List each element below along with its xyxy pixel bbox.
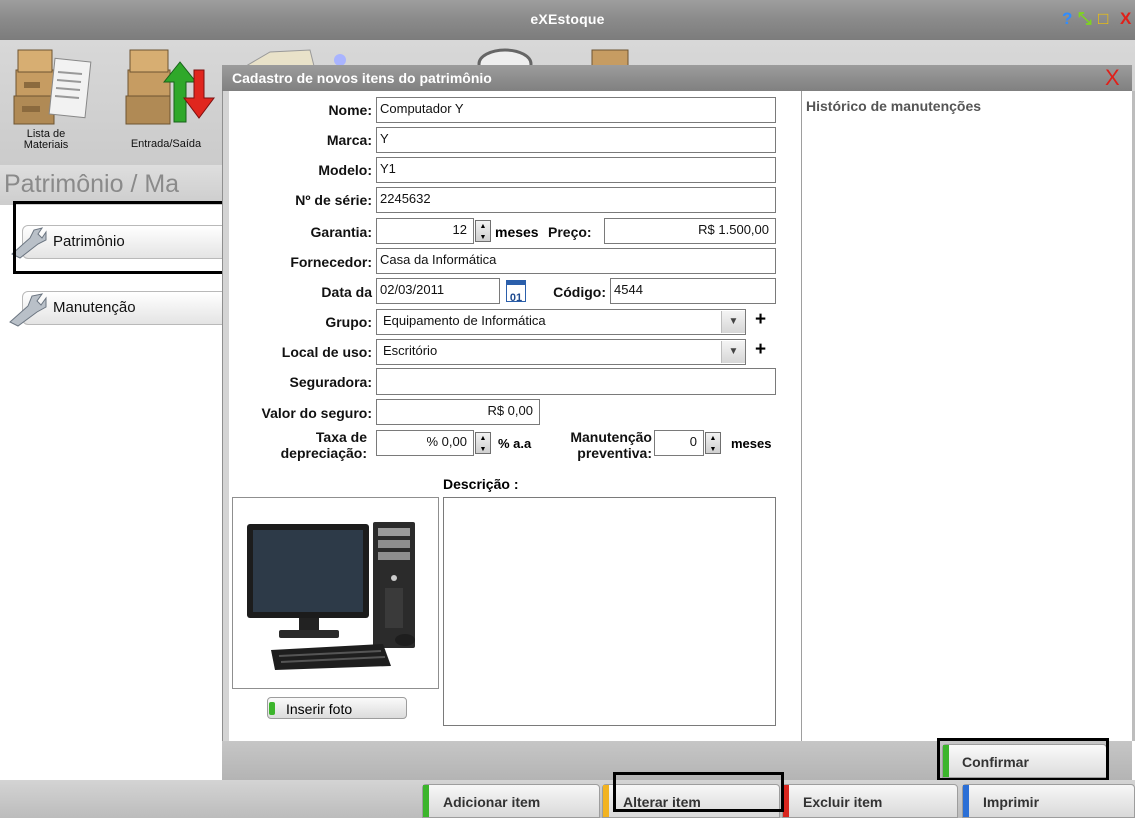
highlight-box-confirmar	[937, 738, 1109, 781]
serie-field[interactable]: 2245632	[376, 187, 776, 213]
nome-label: Nome:	[328, 102, 372, 118]
taxa-stepper[interactable]: ▲ ▼	[475, 432, 491, 454]
toolbar-label-entrada-saida: Entrada/Saída	[130, 138, 202, 150]
taxa-unit: % a.a	[498, 436, 532, 451]
print-button[interactable]: Imprimir	[962, 784, 1135, 818]
window-close-icon[interactable]: X	[1120, 10, 1131, 28]
add-local-icon[interactable]: +	[755, 340, 766, 359]
descricao-textarea[interactable]	[443, 497, 776, 726]
grupo-select-value: Equipamento de Informática	[383, 313, 546, 328]
hidden-toolbar-icons	[245, 48, 629, 66]
codigo-field[interactable]: 4544	[610, 278, 776, 304]
manut-label-line1: Manutenção	[570, 429, 652, 445]
modelo-label: Modelo:	[318, 162, 372, 178]
fornecedor-field[interactable]: Casa da Informática	[376, 248, 776, 274]
add-grupo-icon[interactable]: +	[755, 310, 766, 329]
sidebar-item-label-manutencao: Manutenção	[53, 299, 136, 316]
highlight-box-alterar	[613, 772, 784, 812]
nome-field[interactable]: Computador Y	[376, 97, 776, 123]
green-indicator	[269, 702, 275, 715]
fornecedor-label: Fornecedor:	[290, 254, 372, 270]
grupo-select[interactable]: Equipamento de Informática	[376, 309, 746, 335]
local-select[interactable]: Escritório	[376, 339, 746, 365]
color-stripe	[603, 785, 609, 817]
modelo-field[interactable]: Y1	[376, 157, 776, 183]
history-title: Histórico de manutenções	[806, 98, 982, 114]
photo-frame	[232, 497, 439, 689]
add-item-button[interactable]: Adicionar item	[422, 784, 600, 818]
minimize-icon[interactable]: ⤡	[1078, 10, 1092, 28]
manut-unit: meses	[731, 436, 772, 451]
color-stripe	[423, 785, 429, 817]
boxes-document-icon	[13, 49, 92, 125]
data-field[interactable]: 02/03/2011	[376, 278, 500, 304]
serie-label: Nº de série:	[295, 192, 372, 208]
local-label: Local de uso:	[281, 344, 372, 360]
valor-seguro-label: Valor do seguro:	[261, 405, 372, 421]
color-stripe	[963, 785, 969, 817]
section-title: Patrimônio / Ma	[4, 170, 180, 198]
manut-label: Manutenção preventiva:	[548, 429, 652, 461]
codigo-label: Código:	[553, 284, 606, 300]
toolbar-label-lista: Lista de Materiais	[23, 128, 69, 151]
taxa-label-line2: depreciação:	[280, 445, 367, 461]
preco-label: Preço:	[548, 224, 592, 240]
garantia-label: Garantia:	[310, 224, 372, 240]
taxa-label: Taxa de depreciação:	[232, 429, 367, 461]
history-panel	[801, 91, 1132, 741]
descricao-label: Descrição :	[443, 476, 519, 492]
local-select-value: Escritório	[383, 343, 438, 358]
app-title: eXEstoque	[530, 11, 605, 27]
boxes-arrows-icon	[125, 49, 215, 125]
manut-field[interactable]: 0	[654, 430, 704, 456]
data-label: Data da	[321, 284, 372, 300]
highlight-box-patrimonio	[13, 201, 231, 274]
delete-item-label: Excluir item	[803, 794, 883, 810]
grupo-label: Grupo:	[325, 314, 372, 330]
toolbar-item-entrada-saida[interactable]: Entrada/Saída	[110, 46, 222, 158]
garantia-unit: meses	[495, 224, 539, 240]
toolbar-item-lista-materiais[interactable]: Lista de Materiais	[8, 46, 100, 158]
modal-title: Cadastro de novos itens do patrimônio	[232, 70, 492, 86]
garantia-stepper[interactable]: ▲ ▼	[475, 220, 491, 242]
insert-photo-button[interactable]: Inserir foto	[267, 697, 407, 719]
valor-seguro-field[interactable]: R$ 0,00	[376, 399, 540, 425]
add-item-label: Adicionar item	[443, 794, 541, 810]
chevron-down-icon[interactable]: ▼	[721, 341, 745, 363]
garantia-field[interactable]: 12	[376, 218, 474, 244]
print-label: Imprimir	[983, 794, 1040, 810]
manut-label-line2: preventiva:	[577, 445, 652, 461]
taxa-label-line1: Taxa de	[315, 429, 367, 445]
manut-stepper[interactable]: ▲ ▼	[705, 432, 721, 454]
chevron-down-icon[interactable]: ▼	[721, 311, 745, 333]
preco-field[interactable]: R$ 1.500,00	[604, 218, 776, 244]
wrench-icon	[9, 293, 47, 327]
help-icon[interactable]: ?	[1062, 10, 1072, 28]
taxa-field[interactable]: % 0,00	[376, 430, 474, 456]
modal-close-icon[interactable]: X	[1105, 66, 1120, 90]
marca-label: Marca:	[326, 132, 372, 148]
delete-item-button[interactable]: Excluir item	[782, 784, 958, 818]
computer-photo	[247, 522, 415, 670]
maximize-icon[interactable]: □	[1098, 10, 1108, 28]
insert-photo-label: Inserir foto	[286, 701, 353, 717]
seguradora-field[interactable]	[376, 368, 776, 395]
calendar-icon[interactable]: 01	[506, 280, 526, 304]
seguradora-label: Seguradora:	[289, 374, 372, 390]
marca-field[interactable]: Y	[376, 127, 776, 153]
